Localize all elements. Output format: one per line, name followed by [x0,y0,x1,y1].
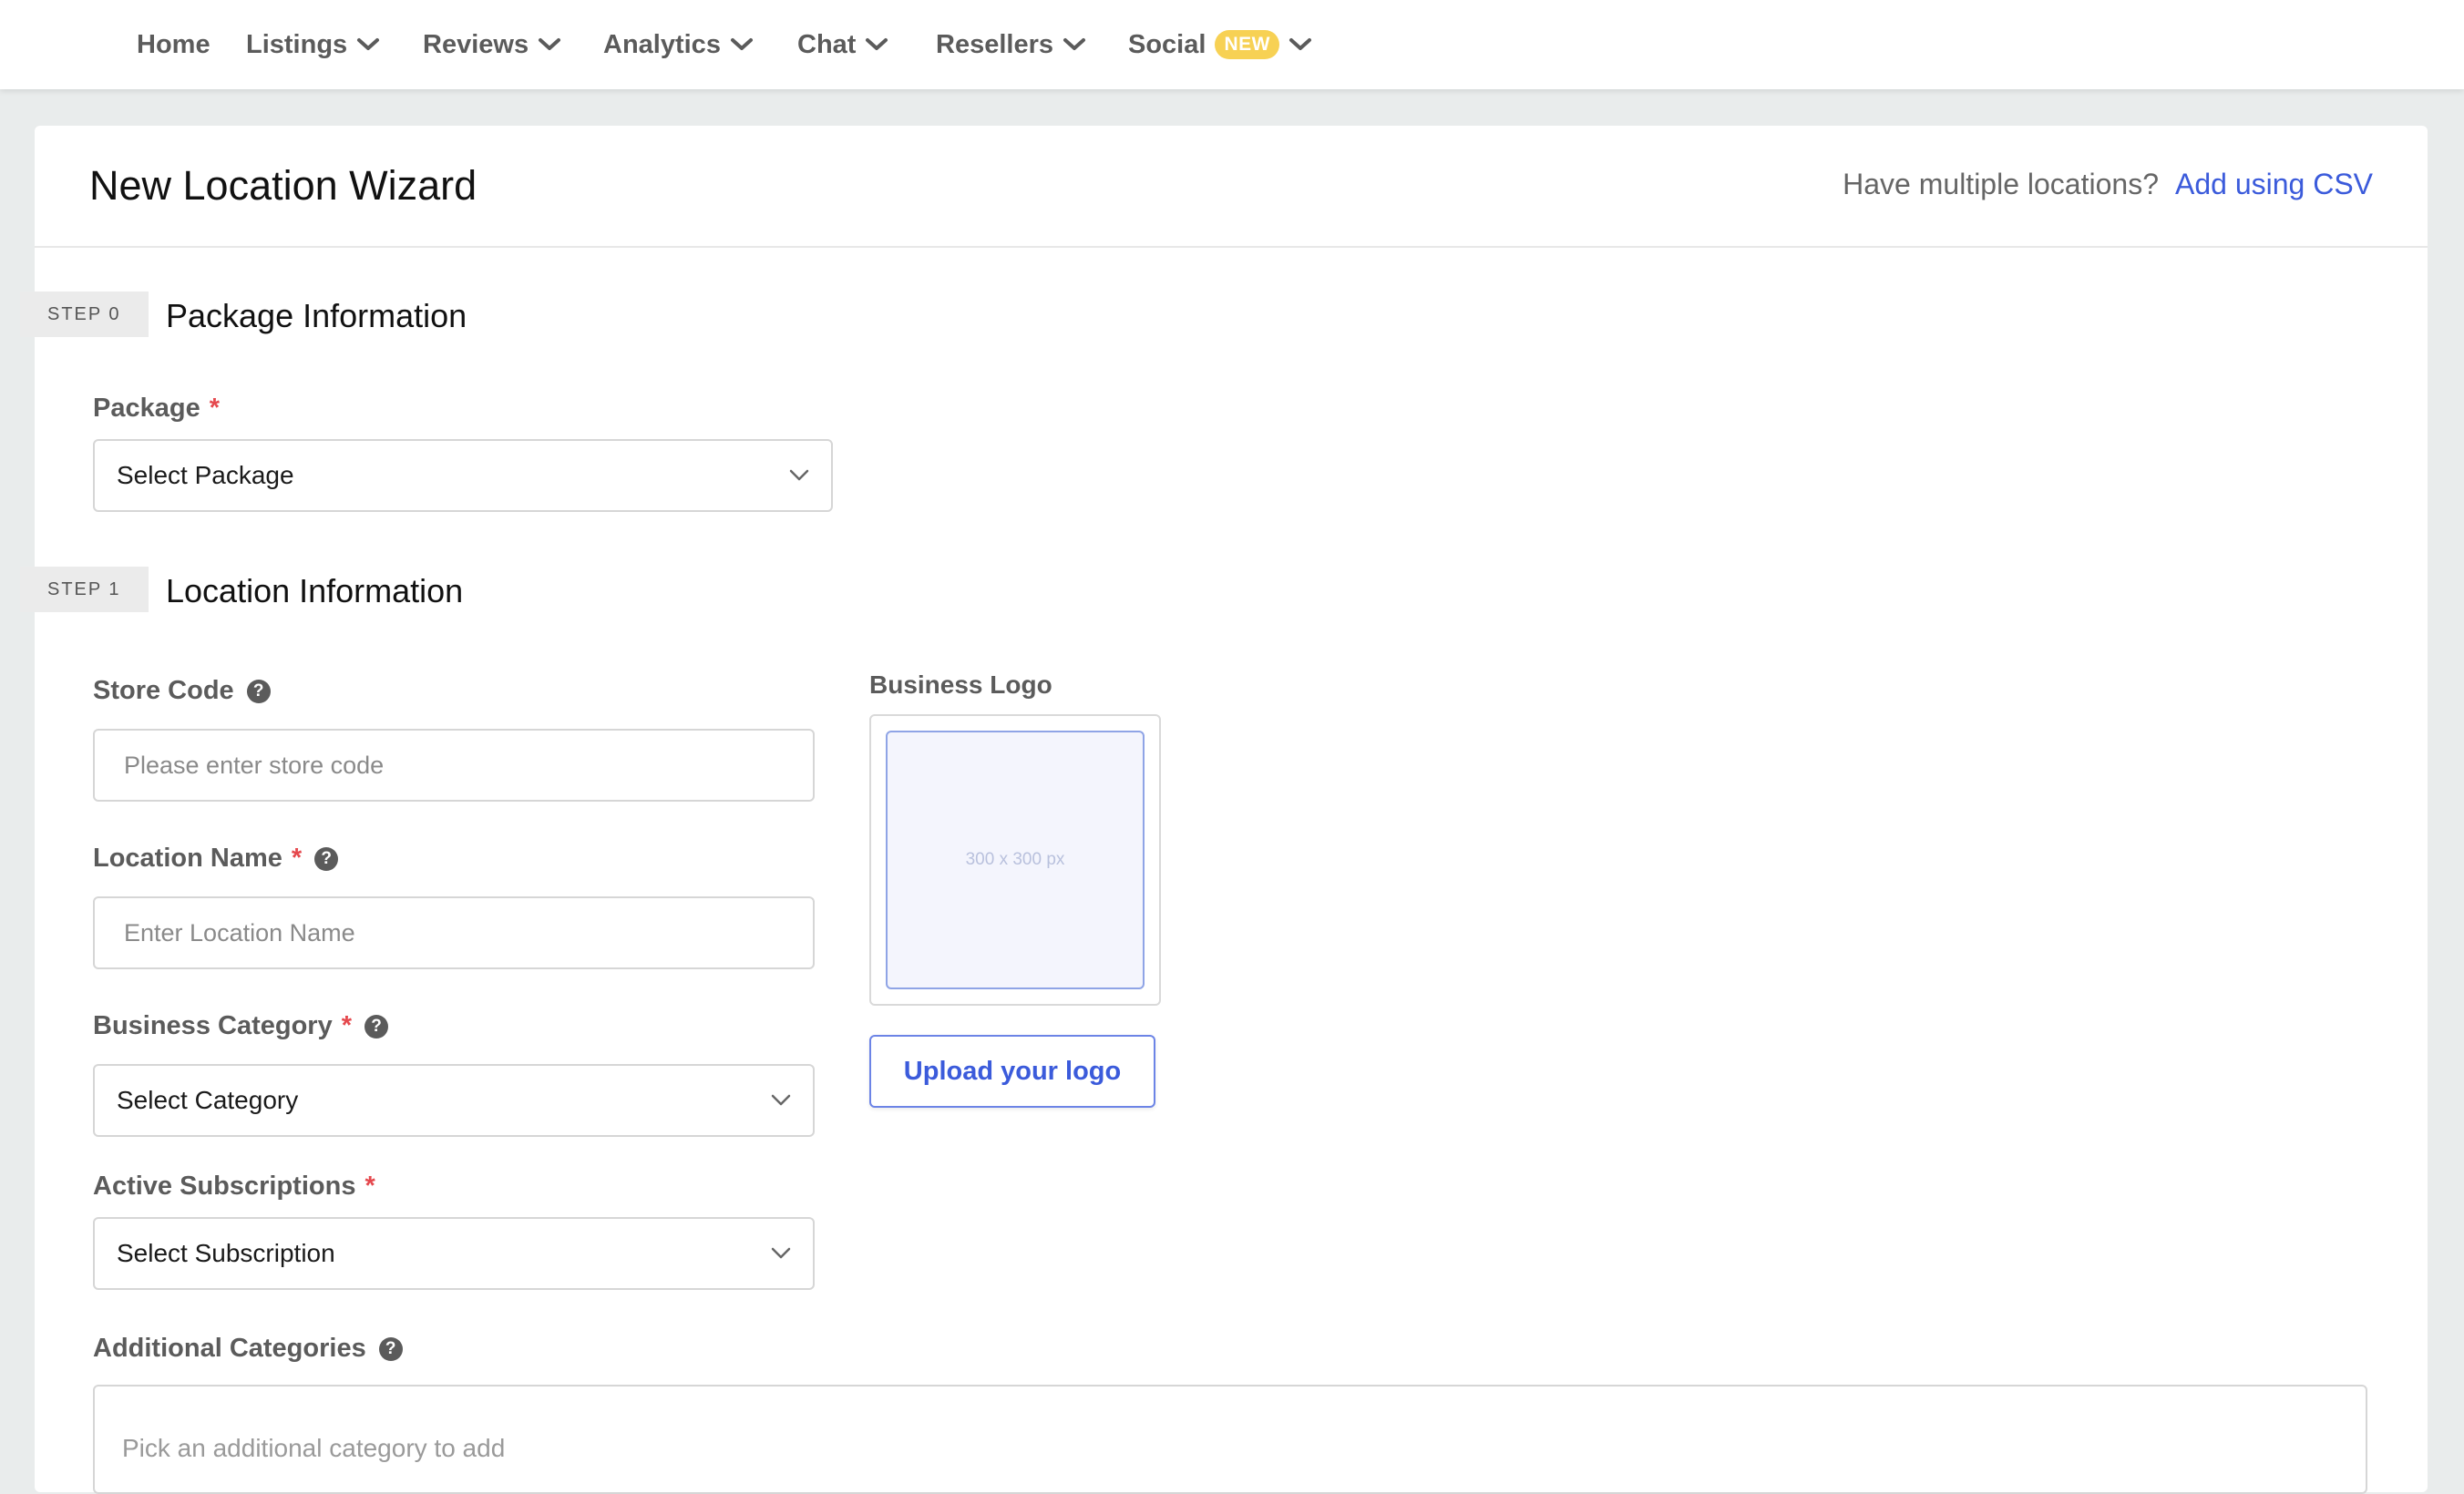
required-marker: * [341,1011,352,1040]
business-category-select[interactable]: Select Category [93,1064,815,1137]
chevron-down-icon [730,38,753,50]
new-badge: NEW [1215,30,1279,59]
step-1-title: Location Information [166,572,464,609]
chevron-down-icon [771,1094,791,1106]
chevron-down-icon [771,1247,791,1259]
package-label: Package * [93,394,220,424]
business-logo-label-text: Business Logo [869,670,1052,699]
chevron-down-icon [1063,38,1085,50]
step-0-title: Package Information [166,297,467,334]
nav-item-social[interactable]: Social NEW [1128,0,1312,89]
chevron-down-icon [866,38,888,50]
help-icon[interactable]: ? [378,1336,403,1361]
nav-item-label: Resellers [936,29,1053,59]
step-1-badge: STEP 1 [20,567,149,612]
additional-categories-input[interactable]: Pick an additional category to add [93,1385,2367,1494]
additional-categories-placeholder: Pick an additional category to add [122,1434,506,1462]
active-subscriptions-label: Active Subscriptions * [93,1172,375,1202]
active-subscriptions-select[interactable]: Select Subscription [93,1217,815,1290]
location-name-placeholder: Enter Location Name [124,918,355,947]
nav-item-label: Chat [797,29,857,59]
business-category-label: Business Category * ? [93,1011,388,1041]
location-name-label: Location Name * ? [93,844,339,874]
help-icon[interactable]: ? [246,679,271,703]
wizard-header: New Location Wizard Have multiple locati… [35,126,2428,248]
chevron-down-icon [789,469,809,481]
store-code-label: Store Code ? [93,676,271,706]
store-code-input[interactable]: Please enter store code [93,729,815,802]
nav-item-resellers[interactable]: Resellers [936,0,1086,89]
business-category-label-text: Business Category [93,1011,333,1040]
active-subscriptions-select-value: Select Subscription [117,1239,335,1267]
page-title: New Location Wizard [89,162,477,209]
nav-item-label: Reviews [423,29,529,59]
nav-item-chat[interactable]: Chat [797,0,888,89]
required-marker: * [364,1172,375,1201]
csv-prompt: Have multiple locations? Add using CSV [1843,168,2373,201]
nav-item-label: Social [1128,29,1206,59]
active-subscriptions-label-text: Active Subscriptions [93,1172,356,1201]
nav-item-label: Listings [246,29,348,59]
location-name-input[interactable]: Enter Location Name [93,896,815,969]
additional-categories-label: Additional Categories ? [93,1334,403,1364]
upload-logo-button[interactable]: Upload your logo [869,1035,1155,1108]
package-select-value: Select Package [117,461,294,489]
location-name-label-text: Location Name [93,844,282,873]
business-category-select-value: Select Category [117,1086,299,1114]
top-navigation-bar: Home Listings Reviews Analytics Chat Res… [0,0,2464,89]
nav-item-label: Analytics [603,29,721,59]
nav-item-home[interactable]: Home [137,0,210,89]
help-icon[interactable]: ? [364,1014,388,1039]
help-icon[interactable]: ? [314,846,339,871]
business-logo-label: Business Logo [869,670,1052,700]
csv-prompt-text: Have multiple locations? [1843,168,2159,200]
logo-size-hint: 300 x 300 px [965,850,1065,869]
store-code-label-text: Store Code [93,676,234,705]
business-logo-dropzone[interactable]: 300 x 300 px [869,714,1161,1006]
step-0-badge: STEP 0 [20,292,149,337]
add-using-csv-link[interactable]: Add using CSV [2175,168,2373,200]
package-select[interactable]: Select Package [93,439,833,512]
nav-item-listings[interactable]: Listings [246,0,380,89]
chevron-down-icon [539,38,561,50]
required-marker: * [291,844,303,873]
required-marker: * [209,394,220,423]
logo-placeholder: 300 x 300 px [886,731,1145,989]
package-label-text: Package [93,394,200,423]
nav-item-label: Home [137,29,210,59]
store-code-placeholder: Please enter store code [124,751,385,779]
nav-item-analytics[interactable]: Analytics [603,0,754,89]
chevron-down-icon [357,38,380,50]
nav-item-reviews[interactable]: Reviews [423,0,561,89]
additional-categories-label-text: Additional Categories [93,1334,366,1363]
chevron-down-icon [1288,38,1311,50]
